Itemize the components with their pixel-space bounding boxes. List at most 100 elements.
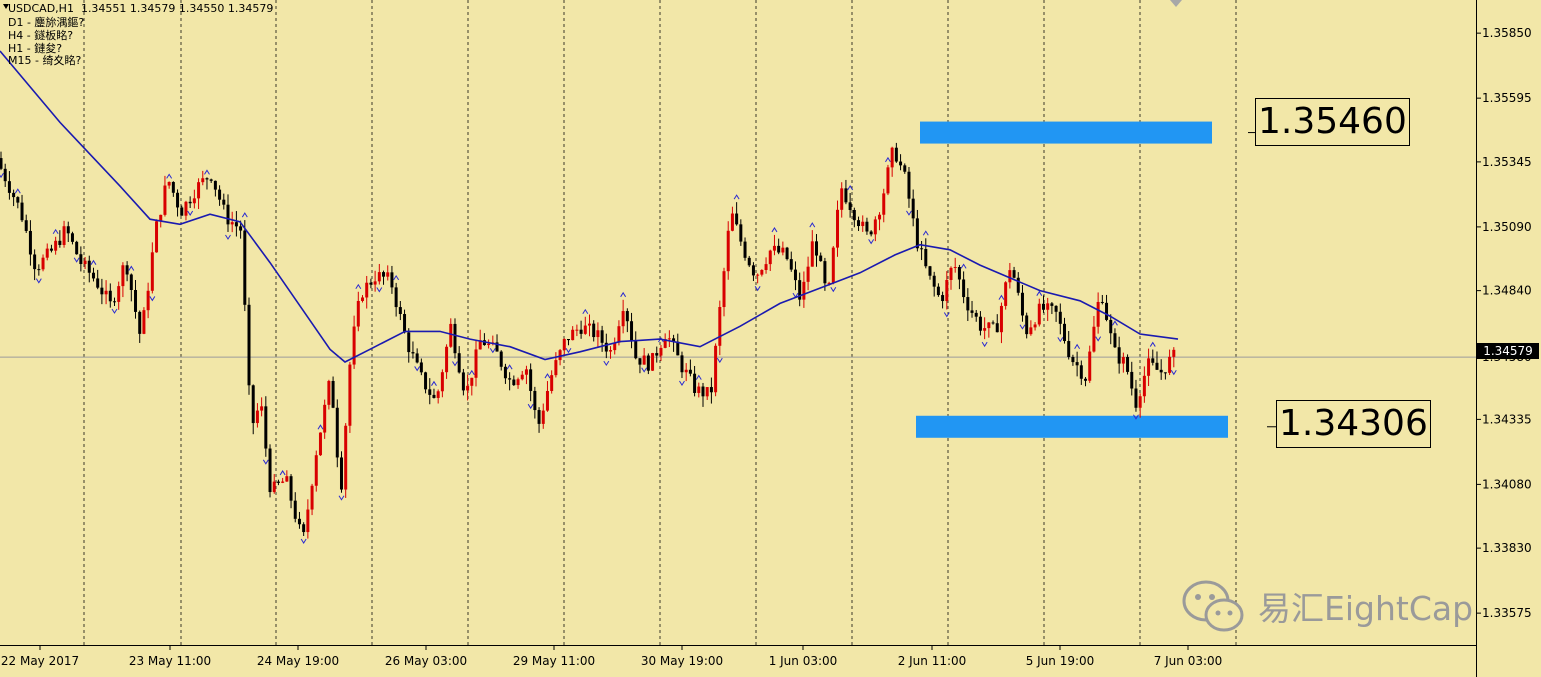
time-tick-label: 7 Jun 03:00 <box>1154 654 1223 668</box>
candle-body <box>83 260 87 265</box>
candle-body <box>970 310 974 313</box>
candle-body <box>1117 347 1121 364</box>
fractal-up-arrow <box>582 308 589 315</box>
candle-body <box>945 279 949 302</box>
candle-body <box>1138 396 1142 408</box>
candle-body <box>449 323 453 347</box>
fractal-up-arrow <box>468 369 475 376</box>
fractal-down-arrow <box>111 308 118 314</box>
candle-body <box>205 178 209 180</box>
price-tick-label: 1.35850 <box>1482 26 1532 40</box>
candle-body <box>129 274 133 290</box>
time-tick-label: 2 Jun 11:00 <box>898 654 967 668</box>
candle-body <box>730 213 734 231</box>
candle-body <box>411 352 415 354</box>
candle-body <box>1105 302 1109 320</box>
candle-body <box>7 181 11 193</box>
candle-body <box>1067 341 1071 357</box>
candle-body <box>1147 358 1151 376</box>
candle-body <box>138 311 142 334</box>
candle-body <box>293 500 297 519</box>
candle-body <box>331 380 335 408</box>
candle-body <box>1130 371 1134 389</box>
candle-body <box>987 322 991 329</box>
candle-body <box>894 147 898 162</box>
candle-body <box>239 226 243 231</box>
watermark-text: 易汇EightCap <box>1258 589 1474 628</box>
candle-body <box>184 201 188 216</box>
fractal-down-arrow <box>981 341 988 348</box>
candle-body <box>1109 319 1113 334</box>
candle-body <box>802 281 806 300</box>
candle-body <box>630 321 634 341</box>
candle-body <box>3 168 7 182</box>
fractal-up-arrow <box>241 212 248 218</box>
price-tick-label: 1.35345 <box>1482 155 1532 169</box>
candle-body <box>1134 388 1138 408</box>
candle-body <box>533 390 537 411</box>
candle-body <box>911 198 915 219</box>
candle-body <box>1113 333 1117 348</box>
candle-body <box>470 377 474 386</box>
candle-body <box>873 219 877 235</box>
resistance-zone <box>920 121 1212 144</box>
candle-body <box>583 325 587 334</box>
candle-body <box>537 410 541 424</box>
candle-body <box>1172 349 1176 357</box>
candle-body <box>306 509 310 533</box>
fractal-up-arrow <box>14 188 21 194</box>
candle-body <box>1151 358 1155 363</box>
candle-body <box>302 524 306 533</box>
candle-body <box>714 345 718 393</box>
candle-body <box>108 290 112 302</box>
candle-body <box>1071 356 1075 363</box>
time-tick-label: 5 Jun 19:00 <box>1026 654 1095 668</box>
candle-body <box>541 410 545 424</box>
fractal-up-arrow <box>166 173 173 179</box>
candle-body <box>735 213 739 225</box>
fractal-down-arrow <box>603 360 610 367</box>
candle-body <box>751 265 755 276</box>
candle-body <box>70 233 74 242</box>
candle-body <box>1142 375 1146 397</box>
candle-body <box>79 254 83 265</box>
candle-body <box>117 286 121 302</box>
price-tick-label: 1.34840 <box>1482 284 1532 298</box>
candle-body <box>949 267 953 280</box>
fractal-up-arrow <box>90 259 97 265</box>
candle-body <box>197 182 201 199</box>
candle-body <box>953 267 957 269</box>
candle-body <box>251 385 255 424</box>
fractal-down-arrow <box>489 348 496 354</box>
fractal-up-arrow <box>809 222 816 228</box>
candle-body <box>474 349 478 378</box>
candle-body <box>777 245 781 253</box>
fractal-up-arrow <box>506 364 513 370</box>
candle-body <box>1029 327 1033 335</box>
candle-body <box>1096 301 1100 327</box>
candle-body <box>562 339 566 351</box>
candle-body <box>524 369 528 375</box>
candle-body <box>365 282 369 298</box>
candle-body <box>907 171 911 199</box>
candle-body <box>403 314 407 333</box>
candle-body <box>852 209 856 221</box>
candle-body <box>377 272 381 282</box>
fractal-up-arrow <box>922 230 929 236</box>
candle-body <box>882 193 886 215</box>
candle-body <box>520 374 524 380</box>
candle-body <box>512 379 516 386</box>
fractal-down-arrow <box>1170 370 1177 376</box>
candle-body <box>96 278 100 288</box>
candle-body <box>642 355 646 365</box>
candle-body <box>142 310 146 334</box>
candle-body <box>962 279 966 298</box>
fractal-down-arrow <box>300 538 307 544</box>
time-tick-label: 23 May 11:00 <box>129 654 211 668</box>
fractal-up-arrow <box>393 274 400 281</box>
candle-body <box>1058 311 1062 324</box>
candle-body <box>192 198 196 204</box>
candle-body <box>407 332 411 353</box>
candle-body <box>1075 362 1079 366</box>
fractal-down-arrow <box>641 367 648 373</box>
